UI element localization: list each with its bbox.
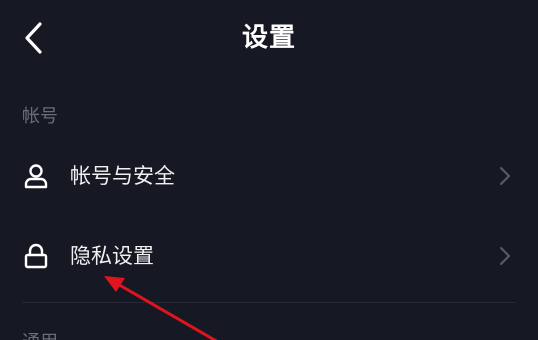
section-divider [22,302,516,303]
menu-item-account-security[interactable]: 帐号与安全 [0,144,538,208]
section-header-account: 帐号 [22,106,58,127]
menu-item-privacy-settings[interactable]: 隐私设置 [0,224,538,288]
user-icon [24,164,48,189]
menu-item-label: 帐号与安全 [70,164,175,188]
menu-item-label: 隐私设置 [70,244,154,268]
top-bar: 设置 [0,0,538,76]
chevron-right-icon [500,247,510,265]
chevron-right-icon [500,167,510,185]
section-header-general: 通用 [22,330,58,340]
lock-icon [24,243,48,269]
page-title: 设置 [241,23,296,53]
settings-screen: 设置 帐号 帐号与安全 隐私设置 通用 [0,0,538,340]
